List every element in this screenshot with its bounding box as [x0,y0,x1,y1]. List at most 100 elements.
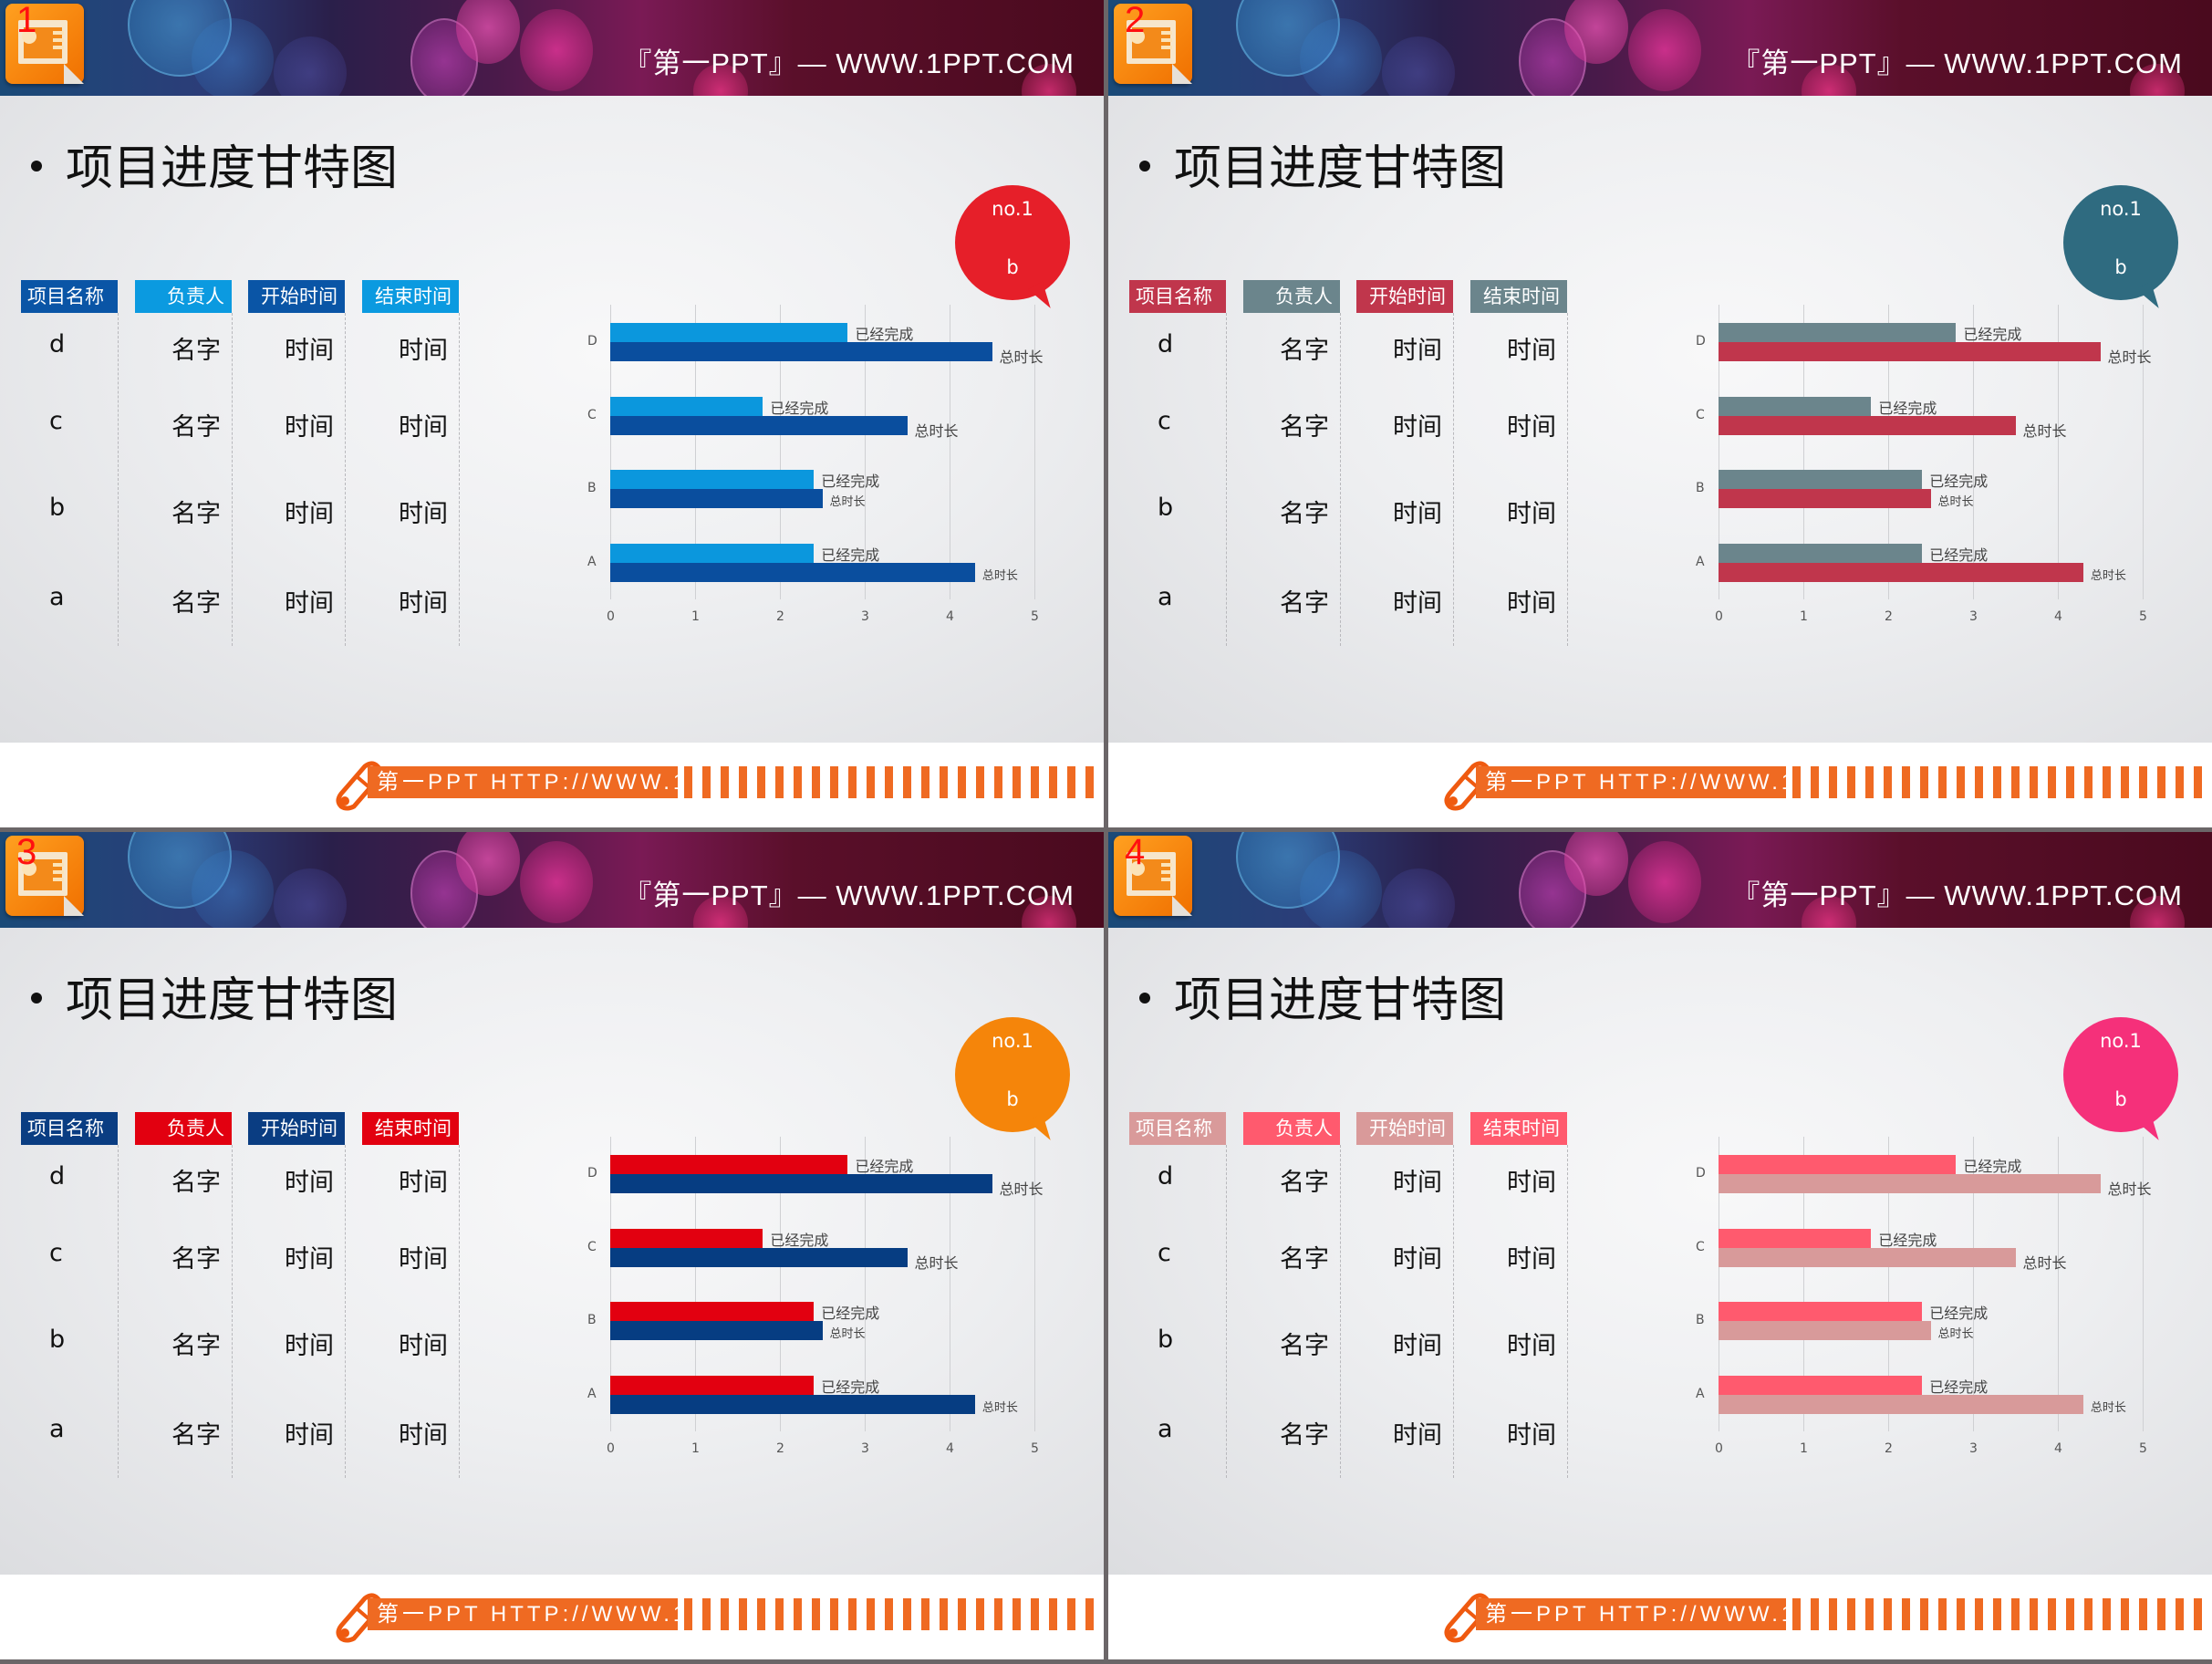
y-category-label: D [1696,1166,1706,1180]
table-cell: 时间 [285,413,334,442]
slide-footer: 第一PPT HTTP://WWW.1PPT.COM [1108,743,2212,827]
bar-data-label: 总时长 [2107,348,2152,366]
bar-completed [1719,1302,1923,1321]
footer-stripe [684,766,692,798]
footer-stripe [958,766,966,798]
x-tick-label: 2 [1885,609,1893,624]
bubble-line2: b [1006,1088,1019,1110]
table-cell: 时间 [1507,500,1556,528]
y-category-label: C [587,1240,597,1254]
table-header-label: 结束时间 [1483,286,1560,307]
table-header-1: 负责人 [135,1112,232,1145]
footer-stripe [2157,1598,2165,1630]
table-cell: 时间 [399,1169,448,1197]
table-cell: 时间 [399,413,448,442]
slide-footer: 第一PPT HTTP://WWW.1PPT.COM [0,1575,1104,1659]
bubble-line2: b [1006,256,1019,278]
table-cell: b [1158,1326,1174,1354]
column-divider [232,313,233,646]
x-tick-label: 1 [1800,609,1808,624]
table-header-3: 结束时间 [1470,280,1567,313]
speech-bubble: no.1 b [2063,185,2178,314]
table-cell: d [1158,1162,1174,1191]
table-cell: 名字 [171,1169,221,1197]
x-tick-label: 5 [1031,609,1039,624]
speech-bubble: no.1 b [2063,1017,2178,1146]
slide-thumbnail-2[interactable]: 『第一PPT』— WWW.1PPT.COM 2 项目进度甘特图 项目名称 负责人 开… [1108,0,2212,827]
table-cell: 名字 [1280,1245,1329,1274]
bar-data-label: 已经完成 [821,546,880,564]
bar-completed [610,1155,848,1174]
bubble-line1: no.1 [2100,1030,2142,1052]
column-divider [345,1145,346,1478]
footer-stripe [2066,766,2074,798]
footer-url-bar: 第一PPT HTTP://WWW.1PPT.COM [368,766,808,798]
footer-stripe [830,1598,838,1630]
table-cell: 时间 [1507,1332,1556,1360]
bar-completed [1719,323,1957,342]
y-category-label: B [587,481,597,495]
x-tick-label: 0 [607,1441,615,1456]
bar-completed [1719,1155,1957,1174]
bar-completed [1719,470,1923,489]
bar-total [1719,1248,2016,1267]
table-cell: 时间 [1507,337,1556,365]
y-category-label: D [587,1166,597,1180]
table-cell: 名字 [1280,500,1329,528]
footer-stripe [1938,1598,1947,1630]
header-banner: 『第一PPT』— WWW.1PPT.COM [0,0,1104,96]
table-cell: 时间 [1507,1169,1556,1197]
bar-data-label: 总时长 [2090,1401,2126,1415]
table-cell: 时间 [1507,1421,1556,1450]
bar-data-label: 已经完成 [1929,546,1989,564]
bar-completed [1719,1229,1872,1248]
footer-stripe [1811,766,1819,798]
footer-stripe [2066,1598,2074,1630]
bar-data-label: 已经完成 [821,1378,880,1396]
bar-total [1719,1321,1931,1340]
footer-stripe [903,766,911,798]
table-header-label: 负责人 [1275,286,1333,307]
footer-stripe [1902,1598,1910,1630]
table-header-label: 开始时间 [261,1118,338,1139]
table-header-1: 负责人 [1243,1112,1340,1145]
table-cell: 名字 [1280,589,1329,618]
slide-thumbnail-1[interactable]: 『第一PPT』— WWW.1PPT.COM 1 项目进度甘特图 项目名称 负责人 开… [0,0,1104,827]
table-cell: 名字 [1280,1169,1329,1197]
table-cell: 名字 [171,413,221,442]
bubble-line1: no.1 [992,198,1033,220]
bar-data-label: 已经完成 [821,473,880,490]
footer-stripe [994,766,1002,798]
footer-stripe [739,1598,747,1630]
header-banner: 『第一PPT』— WWW.1PPT.COM [0,832,1104,928]
slide-thumbnail-3[interactable]: 『第一PPT』— WWW.1PPT.COM 3 项目进度甘特图 项目名称 负责人 开… [0,832,1104,1659]
table-cell: 时间 [1507,1245,1556,1274]
table-cell: 时间 [1507,589,1556,618]
bar-data-label: 总时长 [2022,1254,2067,1272]
bubble-line2: b [2114,256,2127,278]
footer-stripe [1829,766,1837,798]
table-header-label: 负责人 [167,286,224,307]
table-cell: 时间 [399,337,448,365]
x-tick-label: 0 [607,609,615,624]
column-divider [1567,1145,1568,1478]
footer-stripe [2048,766,2056,798]
footer-stripe [1792,1598,1801,1630]
table-header-3: 结束时间 [362,1112,459,1145]
footer-stripe [1049,766,1057,798]
bar-total [1719,563,2083,582]
column-divider [1567,313,1568,646]
bar-data-label: 已经完成 [1929,473,1989,490]
footer-stripe [1829,1598,1837,1630]
column-divider [232,1145,233,1478]
y-category-label: B [587,1313,597,1327]
table-header-0: 项目名称 [21,280,118,313]
table-cell: 名字 [1280,1421,1329,1450]
y-category-label: A [587,1387,597,1401]
footer-stripe [2048,1598,2056,1630]
footer-stripe [1993,1598,2001,1630]
slide-thumbnail-4[interactable]: 『第一PPT』— WWW.1PPT.COM 4 项目进度甘特图 项目名称 负责人 开… [1108,832,2212,1659]
footer-stripe [2139,1598,2147,1630]
bar-completed [610,470,815,489]
table-cell: 时间 [285,1332,334,1360]
